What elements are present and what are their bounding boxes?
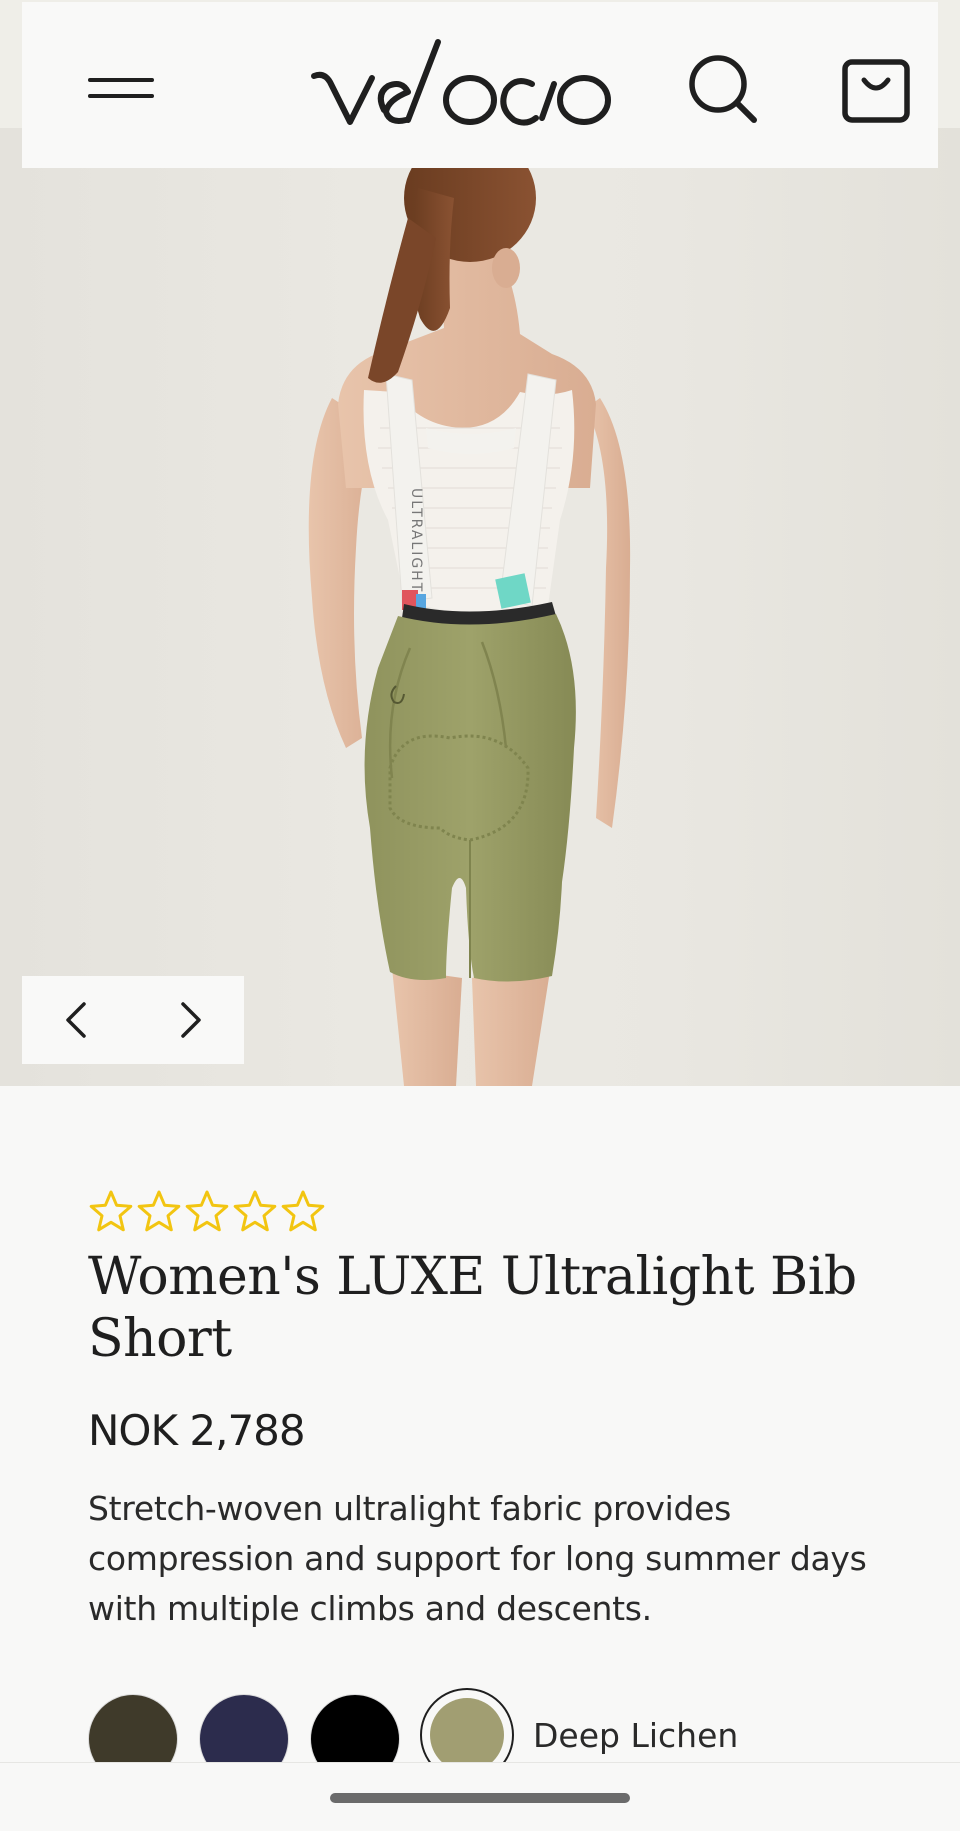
search-icon: [689, 55, 757, 123]
system-bottom-bar: [0, 1762, 960, 1831]
selected-swatch-fill: [430, 1698, 504, 1772]
model-wearing-bib-short-illustration: ULTRALIGHT: [308, 134, 631, 1086]
star-icon[interactable]: [280, 1188, 326, 1234]
menu-icon-line-top: [88, 78, 154, 82]
site-header: velocio: [22, 2, 938, 168]
menu-icon-line-bottom: [88, 94, 154, 98]
product-title: Women's LUXE Ultralight Bib Short: [88, 1247, 857, 1369]
chevron-left-icon: [66, 1002, 86, 1038]
velocio-logo[interactable]: velocio: [310, 38, 620, 128]
search-button[interactable]: [682, 50, 762, 130]
star-icon[interactable]: [232, 1188, 278, 1234]
product-details: Women's LUXE Ultralight Bib Short NOK 2,…: [0, 1086, 960, 1830]
product-image: ULTRALIGHT: [0, 128, 960, 1086]
star-rating[interactable]: [88, 1188, 326, 1238]
selected-color-name: Deep Lichen: [533, 1716, 739, 1755]
product-description: Stretch-woven ultralight fabric provides…: [88, 1489, 867, 1628]
star-icon[interactable]: [184, 1188, 230, 1234]
cart-button[interactable]: [838, 54, 918, 130]
carousel-controls: [22, 976, 244, 1064]
strap-print-text: ULTRALIGHT: [408, 488, 424, 593]
home-indicator[interactable]: [330, 1793, 630, 1803]
carousel-prev-button[interactable]: [22, 976, 133, 1064]
carousel-next-button[interactable]: [133, 976, 244, 1064]
star-icon[interactable]: [88, 1188, 134, 1234]
star-icon[interactable]: [136, 1188, 182, 1234]
chevron-right-icon: [181, 1002, 201, 1038]
product-price: NOK 2,788: [88, 1406, 306, 1455]
menu-button[interactable]: [64, 56, 154, 120]
cart-icon: [842, 59, 910, 123]
